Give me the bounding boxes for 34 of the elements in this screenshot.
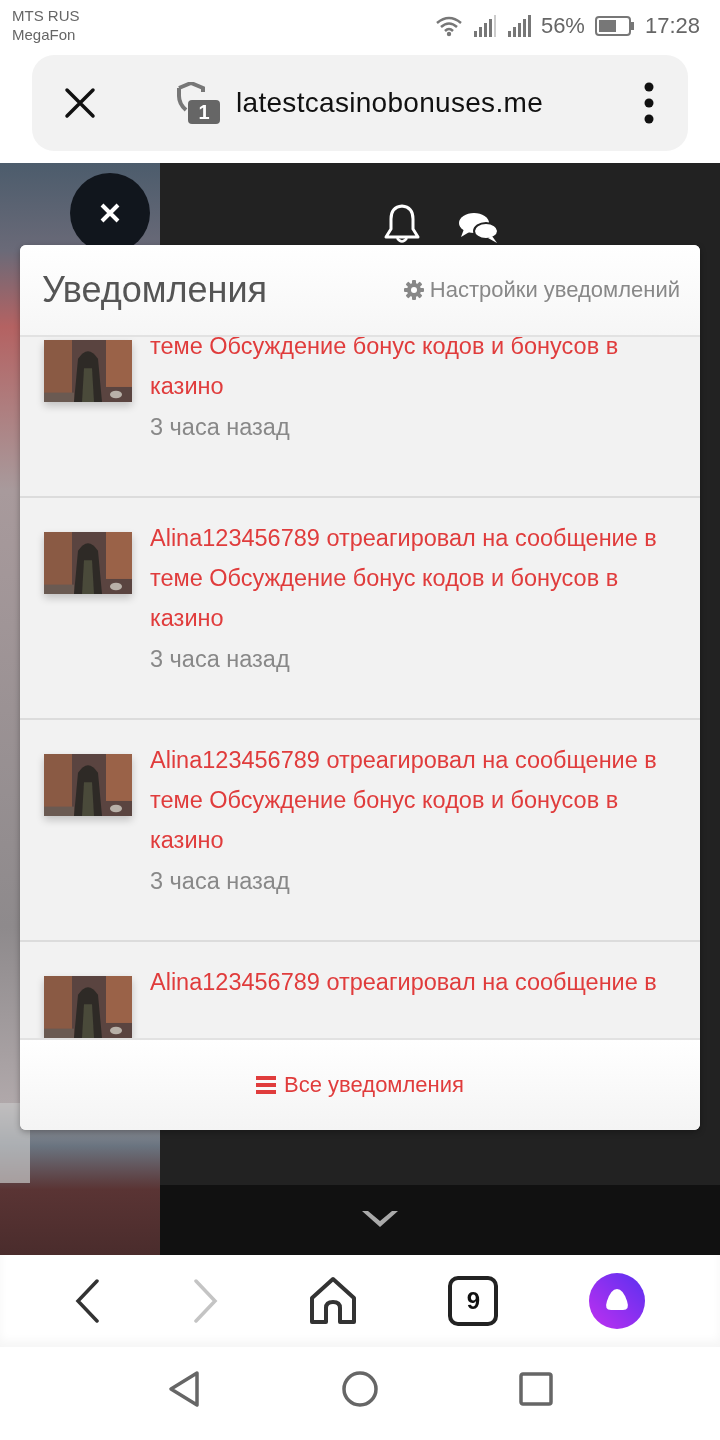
notification-time: 3 часа назад <box>150 413 291 443</box>
all-notifications-link[interactable]: Все уведомления <box>256 1072 464 1099</box>
signal-icon <box>506 15 531 37</box>
address-bar[interactable]: 1 latestcasinobonuses.me <box>32 54 688 151</box>
signal-icon <box>472 15 497 37</box>
carrier-name: MegaFon <box>12 25 77 44</box>
notification-text[interactable]: Alina123456789 отреагировал на сообщение в теме Обсуждение бонус кодов и бонусов в казино <box>150 518 678 639</box>
more-icon[interactable] <box>644 81 654 124</box>
home-icon[interactable] <box>341 1369 379 1408</box>
chat-icon[interactable] <box>458 211 500 246</box>
wifi-icon <box>434 15 463 37</box>
back-icon[interactable] <box>167 1369 201 1408</box>
notification-time: 3 часа назад <box>150 645 291 675</box>
notification-time: 3 часа назад <box>150 867 291 897</box>
tabs-button[interactable]: 9 <box>448 1276 499 1327</box>
assistant-icon[interactable] <box>588 1273 645 1330</box>
clock: 17:28 <box>644 13 700 39</box>
notification-text[interactable]: Alina123456789 отреагировал на сообщение в <box>150 962 678 1003</box>
battery-percent: 56% <box>540 13 585 39</box>
back-icon[interactable] <box>75 1279 102 1324</box>
notification-text[interactable]: теме Обсуждение бонус кодов и бонусов в казино <box>150 337 678 407</box>
home-icon[interactable] <box>307 1276 358 1327</box>
notification-item[interactable]: Alina123456789 отреагировал на сообщение в теме Обсуждение бонус кодов и бонусов в казино 3 часа назад <box>20 720 700 943</box>
battery-icon <box>594 16 635 36</box>
notification-text[interactable]: Alina123456789 отреагировал на сообщение в теме Обсуждение бонус кодов и бонусов в казино <box>150 740 678 861</box>
carrier-name: MTS RUS <box>12 6 80 25</box>
settings-link[interactable]: Настройки уведомлений <box>403 277 680 304</box>
notification-item[interactable]: Alina123456789 отреагировал на сообщение в теме Обсуждение бонус кодов и бонусов в казино 3 часа назад <box>20 498 700 721</box>
notification-item[interactable]: теме Обсуждение бонус кодов и бонусов в казино 3 часа назад <box>20 337 700 499</box>
url-text[interactable]: latestcasinobonuses.me <box>236 86 644 119</box>
recents-icon[interactable] <box>519 1371 553 1406</box>
bell-icon[interactable] <box>382 203 422 246</box>
close-icon[interactable] <box>64 86 96 119</box>
list-icon <box>256 1076 277 1095</box>
